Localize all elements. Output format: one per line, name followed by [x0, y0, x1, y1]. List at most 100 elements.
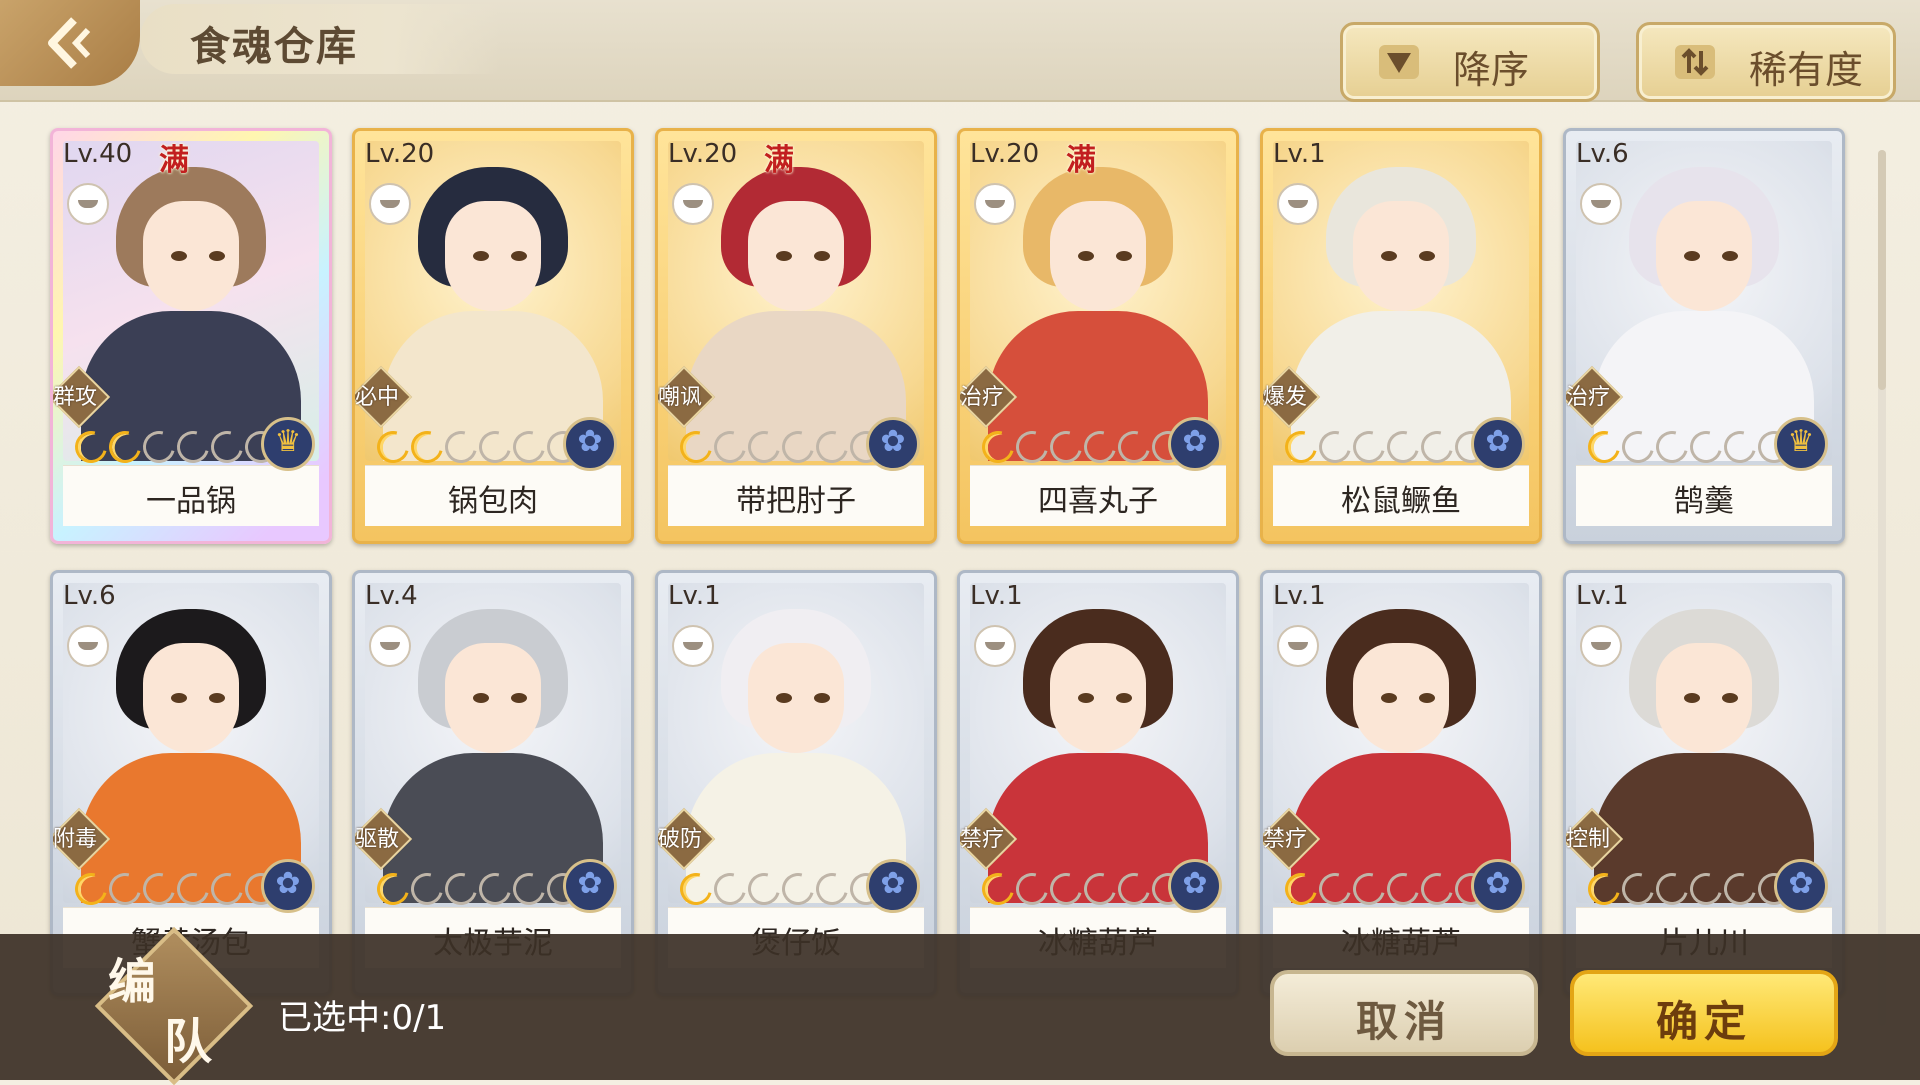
- eye: [171, 251, 187, 261]
- star-icon: [708, 867, 752, 911]
- character-card[interactable]: Lv.1禁疗冰糖葫芦: [1260, 570, 1542, 996]
- sort-key-button[interactable]: 稀有度: [1636, 22, 1896, 102]
- star-icon: [473, 867, 517, 911]
- back-arrow-icon: [48, 17, 91, 69]
- eye: [814, 251, 830, 261]
- bowl-icon: [369, 625, 411, 667]
- character-name: 带把肘子: [736, 484, 856, 519]
- star-icon: [1684, 425, 1728, 469]
- eye: [473, 251, 489, 261]
- star-rating: [371, 425, 585, 469]
- max-level-text: 满: [159, 143, 189, 178]
- character-card[interactable]: Lv.20 满治疗四喜丸子: [957, 128, 1239, 544]
- role-label: 破防: [658, 827, 703, 852]
- cancel-label: 取消: [1355, 997, 1452, 1046]
- role-label: 控制: [1566, 827, 1611, 852]
- triangle-down-icon: [1379, 45, 1419, 79]
- level-label: Lv.1: [668, 581, 721, 611]
- star-icon: [1078, 425, 1122, 469]
- character-card[interactable]: Lv.20 必中锅包肉: [352, 128, 634, 544]
- star-icon: [1415, 867, 1459, 911]
- character-card[interactable]: Lv.1 爆发松鼠鳜鱼: [1260, 128, 1542, 544]
- star-icon: [1279, 425, 1323, 469]
- star-icon: [205, 867, 249, 911]
- star-icon: [171, 425, 215, 469]
- bowl-icon: [67, 183, 109, 225]
- star-icon: [1616, 867, 1660, 911]
- star-icon: [1313, 425, 1357, 469]
- star-rating: [1582, 425, 1796, 469]
- blue-flower-emblem-icon: [1168, 417, 1222, 471]
- role-badge: 控制: [1566, 807, 1624, 871]
- star-rating: [69, 867, 283, 911]
- star-rating: [976, 867, 1190, 911]
- bowl-icon: [672, 625, 714, 667]
- star-icon: [103, 867, 147, 911]
- star-icon: [1010, 867, 1054, 911]
- role-badge: 嘲讽: [658, 365, 716, 429]
- eye: [1116, 693, 1132, 703]
- character-card[interactable]: Lv.1禁疗冰糖葫芦: [957, 570, 1239, 996]
- scrollbar-thumb[interactable]: [1878, 150, 1886, 390]
- star-icon: [1381, 867, 1425, 911]
- name-bar: 带把肘子: [668, 465, 924, 526]
- star-icon: [507, 425, 551, 469]
- sort-arrows-icon: [1675, 45, 1715, 79]
- character-card[interactable]: Lv.4驱散太极芋泥: [352, 570, 634, 996]
- team-badge: 编 队: [94, 926, 254, 1085]
- character-name: 一品锅: [146, 484, 236, 519]
- star-icon: [976, 867, 1020, 911]
- sort-key-label: 稀有度: [1749, 48, 1864, 92]
- star-icon: [371, 425, 415, 469]
- star-icon: [439, 425, 483, 469]
- gold-emblem-icon: [261, 417, 315, 471]
- level-label: Lv.1: [1273, 581, 1326, 611]
- sort-order-button[interactable]: 降序: [1340, 22, 1600, 102]
- star-rating: [674, 425, 888, 469]
- star-icon: [205, 425, 249, 469]
- role-badge: 治疗: [960, 365, 1018, 429]
- role-label: 嘲讽: [658, 385, 703, 410]
- level-label: Lv.20: [365, 139, 435, 169]
- character-card[interactable]: Lv.1破防煲仔饭: [655, 570, 937, 996]
- star-icon: [674, 425, 718, 469]
- role-label: 附毒: [53, 827, 98, 852]
- cancel-button[interactable]: 取消: [1270, 970, 1538, 1056]
- star-icon: [1582, 425, 1626, 469]
- blue-flower-emblem-icon: [866, 859, 920, 913]
- star-rating: [1279, 867, 1493, 911]
- confirm-button[interactable]: 确定: [1570, 970, 1838, 1056]
- eye: [1381, 693, 1397, 703]
- star-icon: [1313, 867, 1357, 911]
- star-icon: [674, 867, 718, 911]
- eye: [1078, 251, 1094, 261]
- eye: [1381, 251, 1397, 261]
- star-icon: [137, 425, 181, 469]
- star-icon: [69, 867, 113, 911]
- back-button[interactable]: [0, 0, 140, 86]
- star-icon: [69, 425, 113, 469]
- selected-count: 已选中:0/1: [278, 998, 447, 1038]
- star-icon: [473, 425, 517, 469]
- star-icon: [507, 867, 551, 911]
- role-label: 治疗: [1566, 385, 1611, 410]
- star-icon: [1415, 425, 1459, 469]
- team-char-1: 编: [108, 954, 157, 1010]
- name-bar: 鹄羹: [1576, 465, 1832, 526]
- eye: [776, 251, 792, 261]
- max-level-badge: 满: [153, 135, 195, 178]
- eye: [814, 693, 830, 703]
- character-card[interactable]: Lv.20 满嘲讽带把肘子: [655, 128, 937, 544]
- scrollbar[interactable]: [1878, 150, 1886, 1026]
- star-icon: [776, 867, 820, 911]
- star-icon: [1650, 425, 1694, 469]
- character-card[interactable]: Lv.40 满群攻一品锅: [50, 128, 332, 544]
- role-label: 治疗: [960, 385, 1005, 410]
- character-card[interactable]: Lv.1控制片儿川: [1563, 570, 1845, 996]
- star-icon: [1112, 425, 1156, 469]
- name-bar: 锅包肉: [365, 465, 621, 526]
- blue-flower-emblem-icon: [1471, 859, 1525, 913]
- character-card[interactable]: Lv.6 治疗鹄羹: [1563, 128, 1845, 544]
- star-icon: [1684, 867, 1728, 911]
- star-icon: [1347, 425, 1391, 469]
